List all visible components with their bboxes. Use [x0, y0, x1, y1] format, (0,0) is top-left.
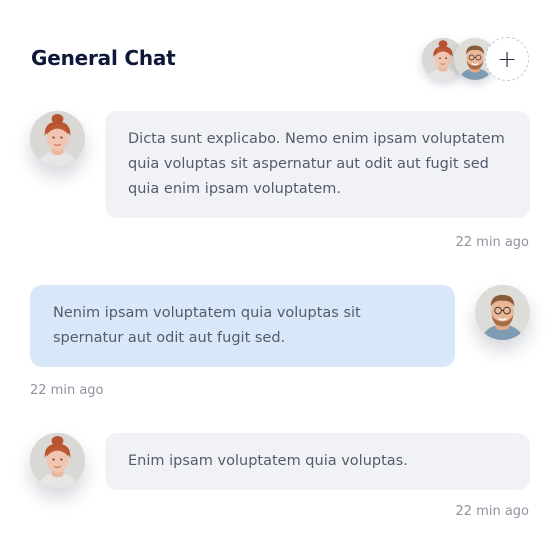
participant-list: + [422, 36, 530, 82]
sender-avatar-woman[interactable] [30, 433, 85, 488]
chat-header: General Chat + [31, 36, 530, 82]
message-timestamp: 22 min ago [455, 504, 530, 519]
message-text: Nenim ipsam voluptatem quia voluptas sit… [53, 305, 361, 346]
sender-avatar-woman[interactable] [30, 111, 85, 166]
add-participant-button[interactable]: + [485, 37, 529, 81]
message-bubble-outgoing: Nenim ipsam voluptatem quia voluptas sit… [30, 285, 455, 367]
message-bubble-incoming: Dicta sunt explicabo. Nemo enim ipsam vo… [105, 111, 530, 218]
chat-title: General Chat [31, 46, 176, 70]
message-timestamp: 22 min ago [455, 235, 530, 250]
plus-icon: + [496, 45, 518, 73]
sender-avatar-man[interactable] [475, 285, 530, 340]
message-text: Dicta sunt explicabo. Nemo enim ipsam vo… [128, 131, 505, 197]
message-timestamp: 22 min ago [30, 383, 104, 398]
message-text: Enim ipsam voluptatem quia voluptas. [128, 453, 408, 469]
message-bubble-incoming: Enim ipsam voluptatem quia voluptas. [105, 433, 530, 490]
